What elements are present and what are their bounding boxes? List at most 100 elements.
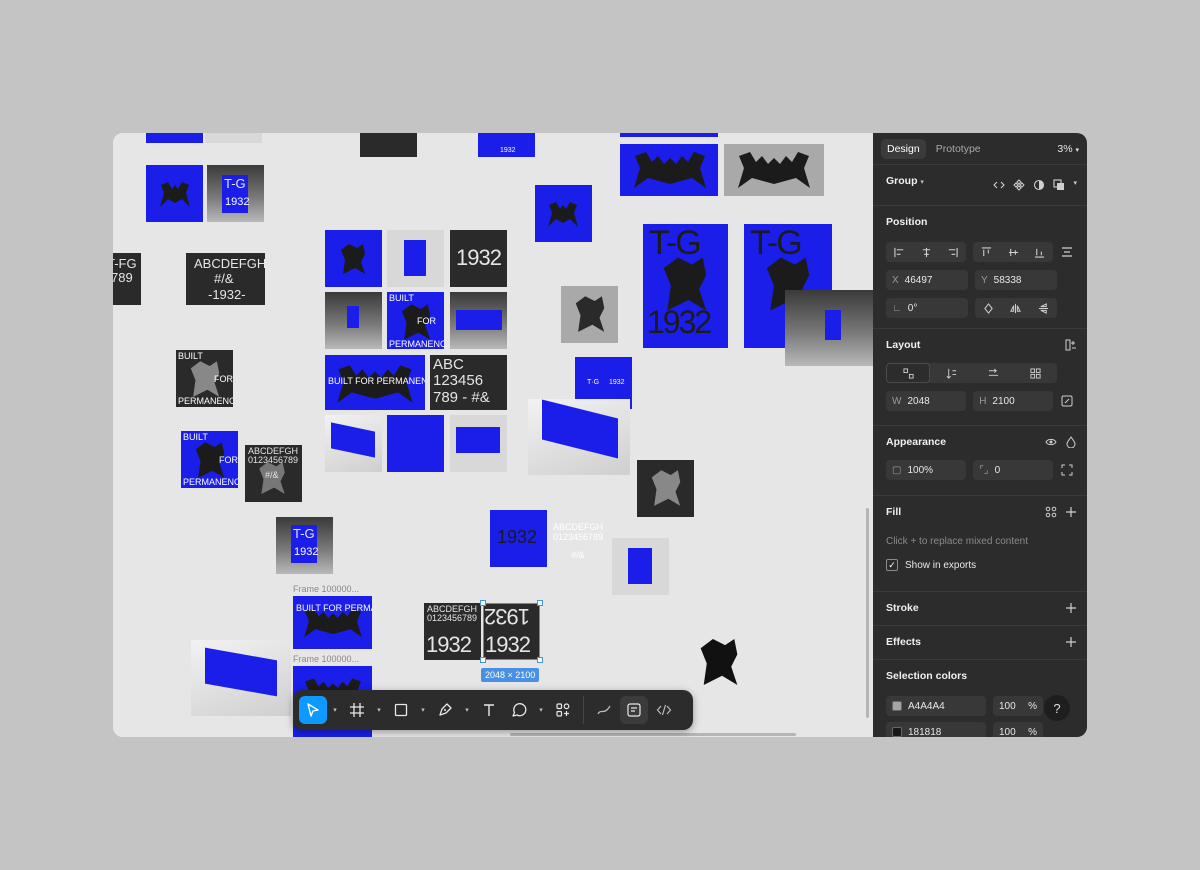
artwork-frame[interactable] [325, 292, 382, 349]
color-opacity-field[interactable]: 100 % [993, 696, 1043, 716]
color-opacity-field[interactable]: 100 % [993, 722, 1043, 737]
actions-button[interactable] [549, 696, 577, 724]
artwork-frame[interactable] [528, 399, 630, 475]
frame-label[interactable]: Frame 100000... [293, 654, 359, 664]
auto-layout-icon[interactable] [1065, 339, 1077, 351]
plus-icon[interactable] [1065, 506, 1077, 518]
artwork-frame[interactable]: 1932 [450, 230, 507, 287]
styles-grid-icon[interactable] [1045, 506, 1057, 518]
artwork-frame[interactable] [724, 144, 824, 196]
color-swatch[interactable] [892, 727, 902, 737]
height-field[interactable]: H 2100 [973, 391, 1054, 411]
artwork-frame[interactable]: BUILT FOR PERMANENCE [181, 431, 238, 488]
align-right-button[interactable] [939, 242, 966, 262]
chevron-down-icon[interactable]: ▾ [535, 696, 547, 724]
lion-icon[interactable] [693, 636, 745, 688]
artwork-frame[interactable] [785, 290, 873, 366]
plus-icon[interactable] [1065, 602, 1077, 614]
flip-horizontal-button[interactable] [1002, 298, 1029, 318]
vertical-layout-button[interactable] [930, 363, 972, 383]
constrain-proportions-button[interactable] [1060, 391, 1074, 411]
comment-tool-button[interactable] [505, 696, 533, 724]
align-top-button[interactable] [973, 242, 1000, 262]
color-hex-field[interactable]: A4A4A4 [886, 696, 986, 716]
align-middle-button[interactable] [1000, 242, 1027, 262]
artwork-frame[interactable]: T-FG 789 [113, 253, 141, 305]
selection-type-dropdown[interactable]: Group ▾ [886, 175, 924, 187]
artwork-frame[interactable] [360, 133, 417, 157]
text-tool-button[interactable] [475, 696, 503, 724]
color-hex-field[interactable]: 181818 [886, 722, 986, 737]
x-position-field[interactable]: X 46497 [886, 270, 968, 290]
vertical-scrollbar[interactable] [866, 508, 869, 718]
artwork-frame[interactable]: ABC 123456 789 - #& [430, 355, 507, 410]
align-center-button[interactable] [913, 242, 940, 262]
artwork-frame[interactable] [561, 286, 618, 343]
artwork-frame[interactable] [325, 230, 382, 287]
rotation-field[interactable]: ∟ 0° [886, 298, 968, 318]
artwork-frame[interactable]: ABCDEFGH 0123456789 1932 [424, 603, 481, 660]
design-mode-button[interactable] [620, 696, 648, 724]
component-icon[interactable] [1013, 179, 1026, 191]
artwork-frame[interactable] [620, 144, 718, 196]
chevron-down-icon[interactable]: ▾ [373, 696, 385, 724]
dev-mode-button[interactable] [650, 696, 678, 724]
freeform-layout-button[interactable] [886, 363, 931, 383]
artwork-frame[interactable]: T-G 1932 [207, 165, 264, 222]
pen-tool-button[interactable] [431, 696, 459, 724]
artwork-frame[interactable]: 1932 [478, 133, 535, 157]
move-tool-button[interactable] [299, 696, 327, 724]
code-icon[interactable] [993, 179, 1006, 191]
artwork-frame[interactable] [535, 185, 592, 242]
resize-handle[interactable] [537, 600, 543, 606]
corner-radius-field[interactable]: ⌜⌟ 0 [973, 460, 1054, 480]
chevron-down-icon[interactable]: ▾ [417, 696, 429, 724]
rotate-button[interactable] [975, 298, 1002, 318]
artwork-frame[interactable]: BUILT FOR PERMANENCE [325, 355, 425, 410]
mask-icon[interactable] [1033, 179, 1045, 191]
artwork-frame[interactable]: 1932 [490, 510, 547, 567]
blend-drop-icon[interactable] [1065, 436, 1077, 448]
artwork-frame[interactable]: ABCDEFGH 0123456789 #/& [245, 445, 302, 502]
distribute-button[interactable] [1060, 242, 1074, 262]
plus-icon[interactable] [1065, 636, 1077, 648]
artwork-frame[interactable] [620, 133, 718, 137]
artwork-frame[interactable]: BUILT FOR PERMANENCE [387, 292, 444, 349]
artwork-frame[interactable] [205, 133, 262, 143]
artwork-frame[interactable] [387, 230, 444, 287]
width-field[interactable]: W 2048 [886, 391, 967, 411]
flip-vertical-button[interactable] [1030, 298, 1057, 318]
color-swatch[interactable] [892, 701, 902, 711]
chevron-down-icon[interactable]: ▾ [329, 696, 341, 724]
artwork-frame[interactable]: T-G 1932 [643, 224, 728, 348]
tab-prototype[interactable]: Prototype [930, 139, 987, 159]
artwork-frame[interactable]: BUILT FOR PERMANENCE [176, 350, 233, 407]
grid-layout-button[interactable] [1015, 363, 1057, 383]
artwork-frame[interactable] [191, 640, 291, 716]
artwork-frame[interactable] [325, 415, 382, 472]
align-left-button[interactable] [886, 242, 913, 262]
eye-icon[interactable] [1045, 436, 1057, 448]
artwork-frame[interactable] [612, 538, 669, 595]
artwork-frame[interactable]: BUILT FOR PERMANENCE [293, 596, 372, 649]
artwork-frame[interactable] [146, 133, 203, 143]
chevron-down-icon[interactable]: ▾ [1073, 179, 1077, 191]
artwork-frame[interactable]: ABCDEFGH #/& -1932- [186, 253, 265, 305]
resize-handle[interactable] [537, 657, 543, 663]
align-bottom-button[interactable] [1027, 242, 1054, 262]
resize-handle[interactable] [480, 657, 486, 663]
selection-color-row[interactable]: 181818 100 % [886, 722, 1074, 737]
horizontal-layout-button[interactable] [973, 363, 1015, 383]
tab-design[interactable]: Design [881, 138, 926, 159]
artwork-frame[interactable] [387, 415, 444, 472]
chevron-down-icon[interactable]: ▾ [461, 696, 473, 724]
artwork-frame[interactable] [637, 460, 694, 517]
zoom-level[interactable]: 3% ▾ [1057, 143, 1079, 155]
opacity-field[interactable]: ▢ 100% [886, 460, 967, 480]
independent-corners-button[interactable] [1060, 460, 1074, 480]
frame-label[interactable]: Frame 100000... [293, 584, 359, 594]
selection-box[interactable] [483, 603, 540, 660]
horizontal-scrollbar[interactable] [510, 733, 796, 736]
artwork-frame[interactable] [450, 415, 507, 472]
y-position-field[interactable]: Y 58338 [975, 270, 1057, 290]
